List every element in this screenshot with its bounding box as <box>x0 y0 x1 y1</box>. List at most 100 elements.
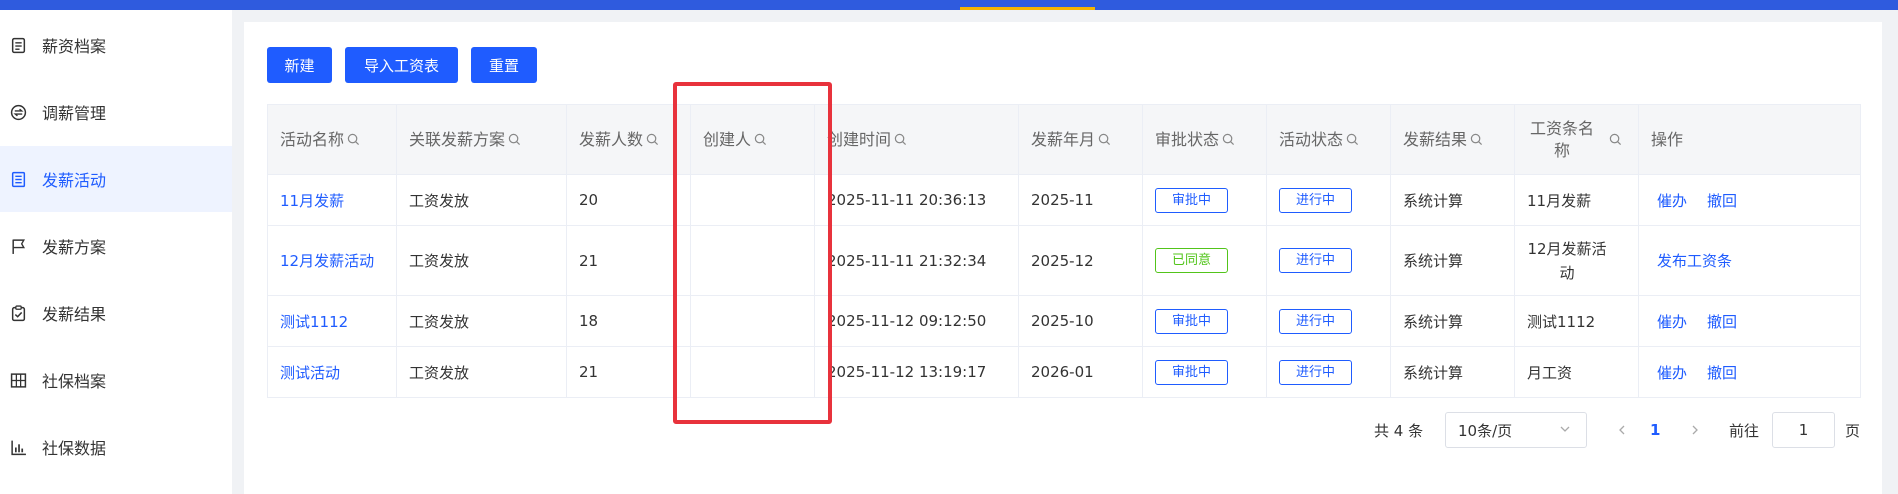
table-header-row: 活动名称 关联发薪方案 发薪人数 创建人 创建时间 发薪年月 审批状态 活动状态… <box>267 104 1861 175</box>
activity-name-link[interactable]: 11月发薪 <box>280 192 344 210</box>
search-icon[interactable] <box>508 133 521 146</box>
column-header[interactable]: 活动状态 <box>1266 104 1391 175</box>
withdraw-button[interactable]: 撤回 <box>1707 192 1737 210</box>
sidebar-item-label: 发薪方案 <box>42 238 107 257</box>
page-unit-label: 页 <box>1845 421 1861 440</box>
table-row: 测试1112 工资发放 18 2025-11-12 09:12:50 2025-… <box>267 295 1861 347</box>
goto-page-input[interactable] <box>1772 412 1835 448</box>
page-number[interactable]: 1 <box>1650 412 1660 448</box>
count-cell: 20 <box>566 174 691 226</box>
total-count: 共 4 条 <box>1374 421 1424 440</box>
grid-icon <box>10 372 27 389</box>
activity-status-badge: 进行中 <box>1279 308 1352 334</box>
chevron-down-icon <box>1560 426 1570 432</box>
bar-chart-icon <box>10 439 27 456</box>
sidebar-item-label: 社保数据 <box>42 439 107 458</box>
urge-button[interactable]: 催办 <box>1657 192 1687 210</box>
result-cell: 系统计算 <box>1390 225 1515 296</box>
reset-button[interactable]: 重置 <box>471 47 537 83</box>
payslip-name-cell: 11月发薪 <box>1514 174 1639 226</box>
withdraw-button[interactable]: 撤回 <box>1707 364 1737 382</box>
sidebar-item-social-archive[interactable]: 社保档案 <box>0 347 232 413</box>
next-page-button[interactable] <box>1685 412 1705 448</box>
table-row: 测试活动 工资发放 21 2025-11-12 13:19:17 2026-01… <box>267 346 1861 398</box>
approval-status-badge: 审批中 <box>1155 308 1228 334</box>
pay-month-cell: 2025-11 <box>1018 174 1143 226</box>
prev-page-button[interactable] <box>1612 412 1632 448</box>
page-scroll-gutter <box>1885 10 1898 494</box>
column-header[interactable]: 审批状态 <box>1142 104 1267 175</box>
count-cell: 21 <box>566 346 691 398</box>
clipboard-check-icon <box>10 304 27 322</box>
search-icon[interactable] <box>1098 133 1111 146</box>
plan-cell: 工资发放 <box>396 295 567 347</box>
goto-label: 前往 <box>1729 421 1760 440</box>
page-size-select[interactable]: 10条/页 <box>1445 412 1587 448</box>
sidebar-item-label: 调薪管理 <box>42 104 107 123</box>
plan-cell: 工资发放 <box>396 225 567 296</box>
sidebar-item-label: 社保档案 <box>42 372 107 391</box>
search-icon[interactable] <box>894 133 907 146</box>
urge-button[interactable]: 催办 <box>1657 313 1687 331</box>
created-time-cell: 2025-11-12 09:12:50 <box>814 295 1019 347</box>
pay-month-cell: 2025-12 <box>1018 225 1143 296</box>
urge-button[interactable]: 催办 <box>1657 364 1687 382</box>
created-time-cell: 2025-11-11 20:36:13 <box>814 174 1019 226</box>
active-tab-indicator <box>960 7 1095 10</box>
created-time-cell: 2025-11-11 21:32:34 <box>814 225 1019 296</box>
page-size-value: 10条/页 <box>1458 421 1513 440</box>
sidebar: 薪资档案 调薪管理 发薪活动 发薪方案 发薪结果 社保档案 社保数据 <box>0 10 232 494</box>
payslip-name-cell: 月工资 <box>1514 346 1639 398</box>
file-text-icon <box>10 37 27 54</box>
column-header[interactable]: 发薪年月 <box>1018 104 1143 175</box>
sidebar-item-label: 发薪结果 <box>42 305 107 324</box>
search-icon[interactable] <box>1470 133 1483 146</box>
plan-cell: 工资发放 <box>396 346 567 398</box>
payslip-name-cell: 12月发薪活动 <box>1527 239 1607 282</box>
column-header[interactable]: 发薪人数 <box>566 104 691 175</box>
creator-column-highlight <box>673 82 832 424</box>
sidebar-item-salary-adjust[interactable]: 调薪管理 <box>0 79 232 145</box>
search-icon[interactable] <box>1346 133 1359 146</box>
sidebar-item-label: 薪资档案 <box>42 37 107 56</box>
sidebar-item-salary-archive[interactable]: 薪资档案 <box>0 12 232 78</box>
column-header[interactable]: 工资条名称 <box>1514 104 1639 175</box>
column-header[interactable]: 活动名称 <box>267 104 397 175</box>
activity-status-badge: 进行中 <box>1279 248 1352 273</box>
activity-status-badge: 进行中 <box>1279 359 1352 385</box>
new-button[interactable]: 新建 <box>267 47 332 83</box>
pay-month-cell: 2025-10 <box>1018 295 1143 347</box>
activity-status-badge: 进行中 <box>1279 187 1352 213</box>
sidebar-item-payroll-result[interactable]: 发薪结果 <box>0 280 232 346</box>
sidebar-item-payroll-plan[interactable]: 发薪方案 <box>0 213 232 279</box>
activity-name-link[interactable]: 测试活动 <box>280 364 340 382</box>
sidebar-item-social-data[interactable]: 社保数据 <box>0 414 232 480</box>
chevron-left-icon <box>1619 425 1625 435</box>
sidebar-item-payroll-activity[interactable]: 发薪活动 <box>0 146 232 212</box>
sidebar-item-label: 发薪活动 <box>42 171 107 190</box>
column-header[interactable]: 发薪结果 <box>1390 104 1515 175</box>
top-bar <box>0 0 1898 10</box>
result-cell: 系统计算 <box>1390 174 1515 226</box>
payroll-activity-table: 活动名称 关联发薪方案 发薪人数 创建人 创建时间 发薪年月 审批状态 活动状态… <box>267 104 1861 398</box>
withdraw-button[interactable]: 撤回 <box>1707 313 1737 331</box>
search-icon[interactable] <box>1222 133 1235 146</box>
import-salary-button[interactable]: 导入工资表 <box>345 47 458 83</box>
created-time-cell: 2025-11-12 13:19:17 <box>814 346 1019 398</box>
approval-status-badge: 审批中 <box>1155 187 1228 213</box>
count-cell: 18 <box>566 295 691 347</box>
pay-month-cell: 2026-01 <box>1018 346 1143 398</box>
publish-payslip-button[interactable]: 发布工资条 <box>1657 252 1732 270</box>
activity-name-link[interactable]: 12月发薪活动 <box>280 252 374 270</box>
exchange-icon <box>10 104 27 121</box>
activity-name-link[interactable]: 测试1112 <box>280 313 348 331</box>
column-header: 操作 <box>1638 104 1861 175</box>
search-icon[interactable] <box>1609 133 1622 146</box>
column-header[interactable]: 创建时间 <box>814 104 1019 175</box>
approval-status-badge: 已同意 <box>1155 248 1228 273</box>
table-row: 12月发薪活动 工资发放 21 2025-11-11 21:32:34 2025… <box>267 225 1861 296</box>
search-icon[interactable] <box>347 133 360 146</box>
column-header[interactable]: 关联发薪方案 <box>396 104 567 175</box>
search-icon[interactable] <box>646 133 659 146</box>
result-cell: 系统计算 <box>1390 346 1515 398</box>
